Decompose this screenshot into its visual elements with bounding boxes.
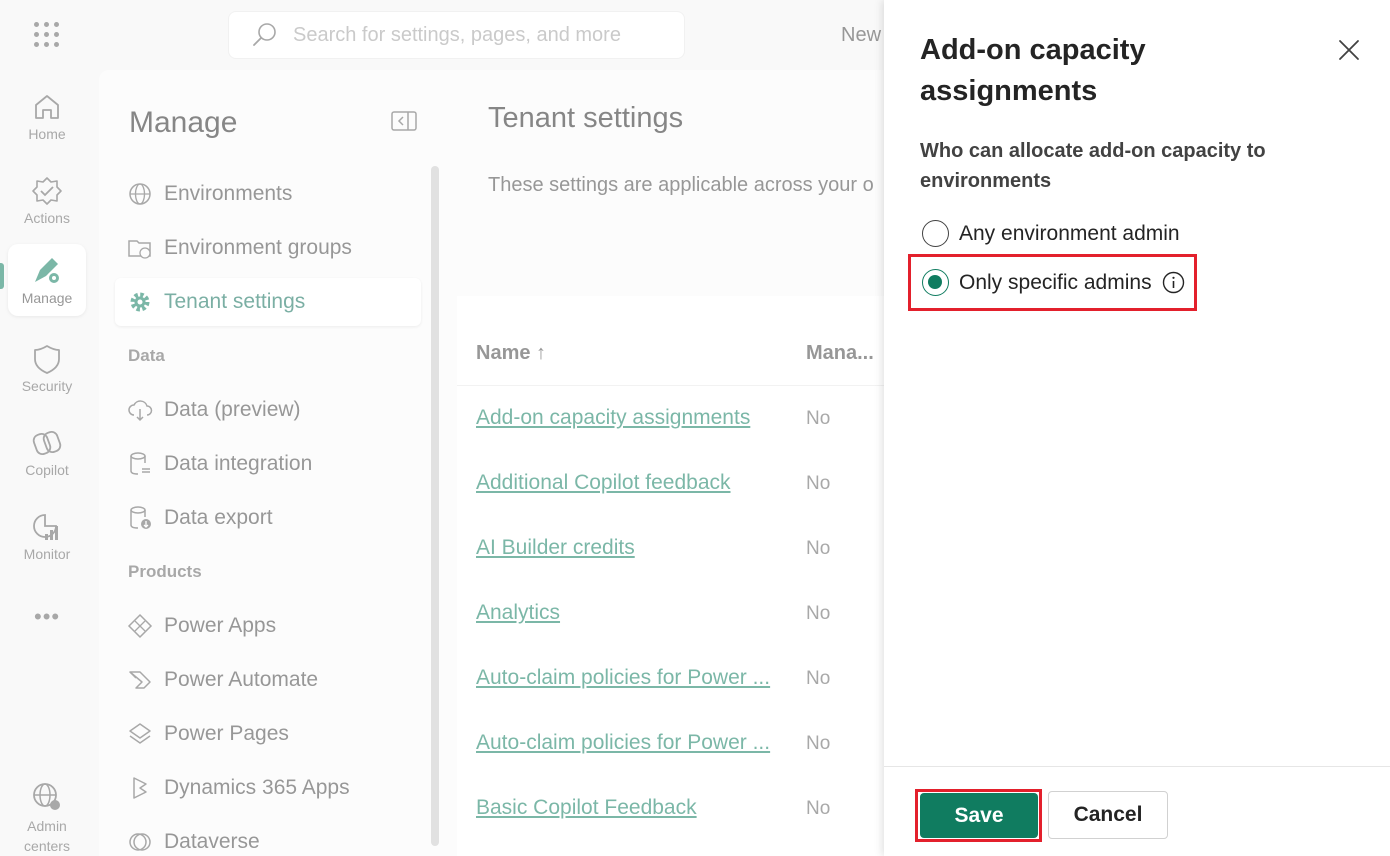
highlight-box [915, 789, 1042, 842]
radio-option-any-admin[interactable]: Any environment admin [922, 220, 1180, 247]
radio-button[interactable] [922, 220, 949, 247]
close-icon[interactable] [1337, 38, 1361, 62]
cancel-button[interactable]: Cancel [1048, 791, 1168, 839]
question-label: Who can allocate add-on capacity to envi… [920, 140, 1266, 192]
panel-title: Add-on capacity assignments [920, 34, 1146, 107]
footer-divider [884, 766, 1390, 767]
highlight-box [908, 254, 1197, 311]
side-panel: Add-on capacity assignments Who can allo… [884, 0, 1390, 856]
modal-overlay [0, 0, 884, 856]
radio-label: Any environment admin [959, 221, 1180, 245]
